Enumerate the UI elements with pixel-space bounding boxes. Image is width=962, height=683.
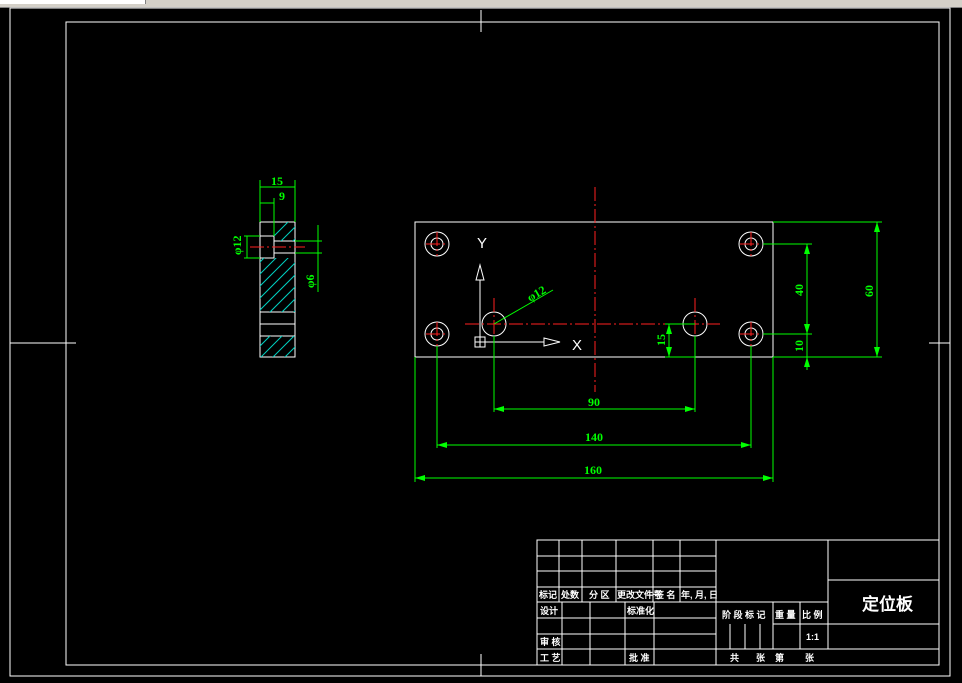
side-dim-dia12: φ12 [230, 236, 244, 256]
side-dim-dia6: φ6 [303, 275, 317, 289]
tb-header-mark: 标记 [538, 589, 557, 600]
centerlines [426, 187, 762, 392]
dim-pin-y: 15 [654, 334, 668, 346]
dim-height: 60 [862, 285, 876, 297]
sheet-inner-frame [65, 21, 940, 666]
tb-sheet-unit: 张 [805, 652, 815, 663]
main-view: Y X 160 140 90 60 40 10 15 φ12 [414, 187, 882, 482]
cad-drawing-canvas[interactable]: 15 9 φ12 φ6 Y X 160 140 90 60 40 10 15 φ… [0, 7, 962, 683]
tb-scale-value: 1:1 [806, 632, 819, 642]
command-field[interactable] [0, 0, 146, 4]
tb-stage-mark: 阶 段 标 记 [722, 609, 766, 620]
dim-hole-bottom: 10 [792, 340, 806, 352]
axis-y-label: Y [477, 235, 487, 252]
dim-hole-span: 140 [585, 430, 603, 444]
dim-length: 160 [584, 463, 602, 477]
tb-sheet-no: 第 [775, 652, 784, 663]
section-hatch [260, 222, 295, 357]
title-block: 标记 处数 分 区 更改文件号 签 名 年, 月, 日 设计 标准化 审 核 工… [536, 539, 940, 666]
main-dimension-lines [414, 221, 882, 482]
tb-sheets: 张 [756, 652, 766, 663]
tb-standardization: 标准化 [626, 605, 654, 616]
tb-header-zone: 分 区 [589, 589, 610, 600]
dimension-arrows [415, 222, 880, 481]
axis-x-label: X [572, 337, 582, 354]
side-view: 15 9 φ12 φ6 [230, 174, 322, 358]
dim-pin-dia: φ12 [525, 283, 549, 305]
side-dim-width: 15 [271, 174, 283, 188]
dim-pin-span: 90 [588, 395, 600, 409]
dim-hole-vertical: 40 [792, 284, 806, 296]
tb-header-sign: 签 名 [654, 589, 676, 600]
corner-holes [424, 231, 764, 347]
tb-total: 共 [730, 652, 739, 663]
tb-weight: 重 量 [775, 609, 796, 620]
tb-design: 设计 [540, 605, 558, 616]
tb-header-date: 年, 月, 日 [681, 589, 718, 600]
tb-process: 工 艺 [540, 652, 561, 663]
tb-ratio: 比 例 [802, 609, 823, 620]
tb-header-count: 处数 [560, 589, 580, 600]
tb-approve: 批 准 [629, 652, 650, 663]
tb-review: 审 核 [540, 636, 561, 647]
part-name: 定位板 [862, 594, 914, 615]
side-dim-inner: 9 [279, 189, 285, 203]
